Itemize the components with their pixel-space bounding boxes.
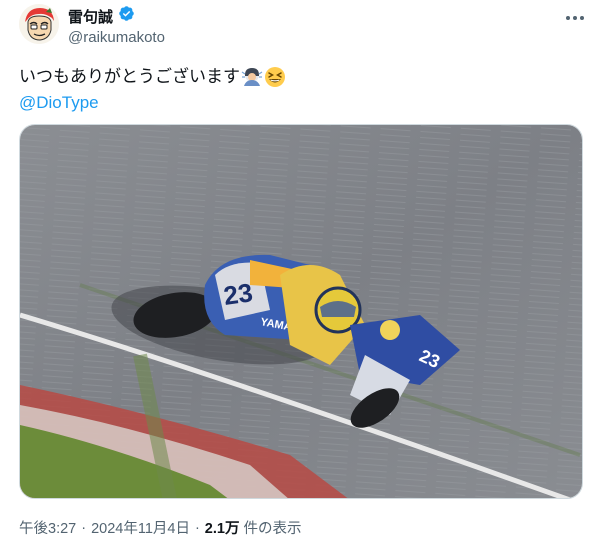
avatar[interactable] bbox=[19, 4, 59, 44]
verified-badge-icon bbox=[118, 5, 135, 27]
meta-separator: · bbox=[81, 519, 87, 536]
views-count: 2.1万 bbox=[204, 521, 240, 537]
tweet-date[interactable]: 2024年11月4日 bbox=[91, 517, 190, 538]
tweet-line-mention: @DioType bbox=[19, 90, 286, 116]
views-label: 件の表示 bbox=[243, 521, 302, 537]
racing-rider-emoji-icon bbox=[241, 66, 263, 88]
tweet-time[interactable]: 午後3:27 bbox=[19, 517, 76, 538]
grinning-squinting-face-emoji-icon bbox=[264, 66, 286, 88]
tweet-photo[interactable]: 23 YAMAHA 23 bbox=[19, 124, 583, 499]
bike-number-text: 23 bbox=[222, 277, 255, 311]
tweet-message: いつもありがとうございます bbox=[19, 67, 240, 86]
tweet-meta: 午後3:27 · 2024年11月4日 · 2.1万 件の表示 bbox=[19, 517, 301, 538]
more-dots-icon bbox=[566, 16, 584, 20]
handle[interactable]: @raikumakoto bbox=[68, 29, 165, 46]
display-name[interactable]: 雷句誠 bbox=[68, 6, 113, 27]
more-options-button[interactable] bbox=[560, 8, 590, 28]
meta-separator: · bbox=[194, 519, 200, 536]
motorcycle-racing-photo: 23 YAMAHA 23 bbox=[20, 125, 582, 498]
tweet-card: 雷句誠 @raikumakoto いつもありがとうございます @DioType … bbox=[0, 0, 600, 553]
tweet-header: 雷句誠 @raikumakoto bbox=[68, 6, 165, 46]
cartoon-avatar-icon bbox=[19, 4, 59, 44]
name-row: 雷句誠 bbox=[68, 6, 165, 26]
tweet-line: いつもありがとうございます bbox=[19, 64, 286, 90]
tweet-text: いつもありがとうございます @DioType bbox=[19, 64, 286, 116]
mention-link[interactable]: @DioType bbox=[19, 90, 99, 116]
